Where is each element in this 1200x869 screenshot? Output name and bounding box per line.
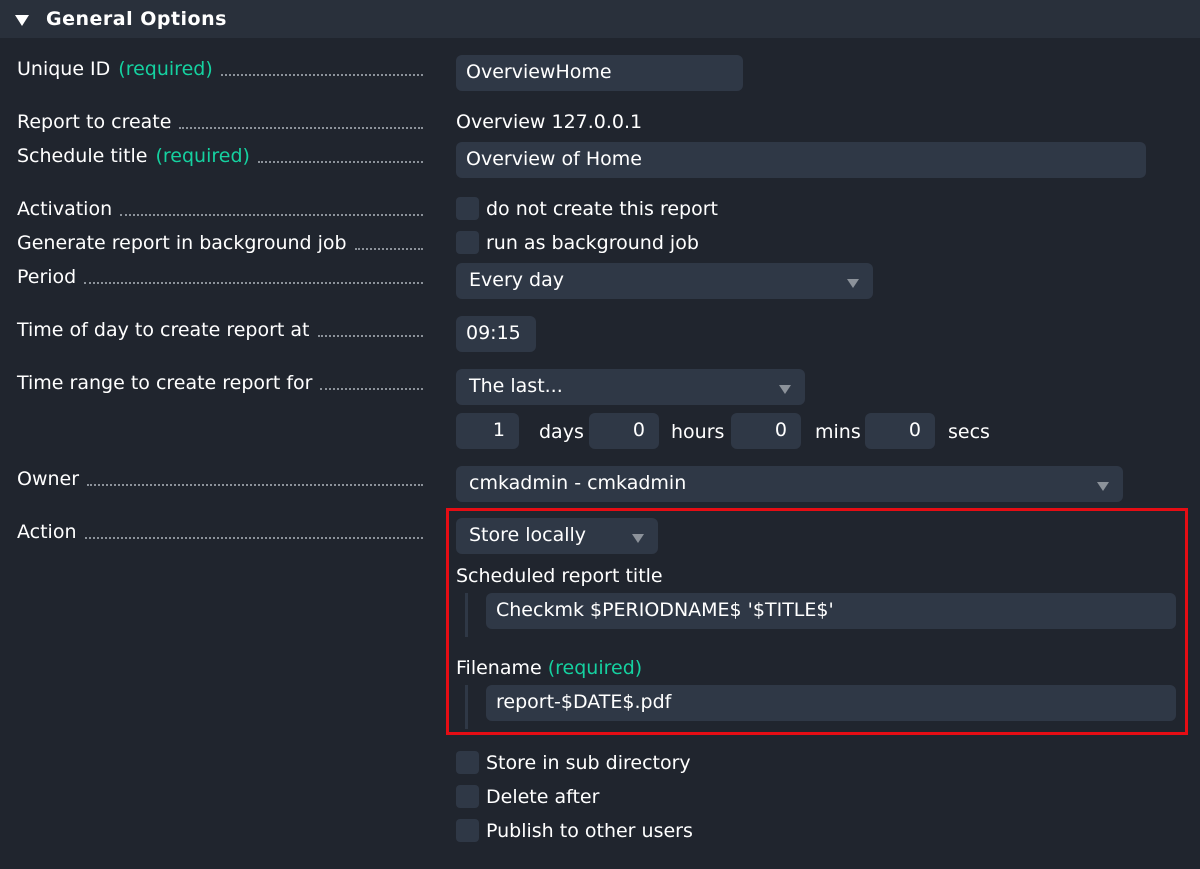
period-select-value: Every day: [469, 269, 564, 291]
days-input[interactable]: 1: [456, 413, 519, 449]
dotted-leader: [84, 537, 423, 539]
mins-unit-label: mins: [815, 421, 861, 443]
background-job-checkbox-label[interactable]: run as background job: [486, 231, 699, 255]
section-header-general-options[interactable]: General Options: [0, 0, 1200, 38]
label-schedule-title: Schedule title (required): [17, 144, 423, 168]
label-report-to-create: Report to create: [17, 110, 423, 134]
required-marker: (required): [155, 145, 250, 167]
time-range-select[interactable]: The last...: [456, 369, 805, 405]
dropdown-arrow-icon: [779, 385, 791, 394]
required-marker: (required): [547, 657, 643, 679]
secs-input[interactable]: 0: [865, 413, 935, 449]
owner-select-value: cmkadmin - cmkadmin: [469, 472, 687, 494]
report-to-create-value: Overview 127.0.0.1: [456, 111, 643, 133]
mins-input[interactable]: 0: [731, 413, 801, 449]
label-time-range: Time range to create report for: [17, 371, 423, 395]
time-of-day-input[interactable]: 09:15: [456, 316, 536, 352]
schedule-title-input[interactable]: Overview of Home: [456, 142, 1146, 178]
label-time-of-day: Time of day to create report at: [17, 318, 423, 342]
store-sub-directory-label[interactable]: Store in sub directory: [486, 751, 691, 775]
filename-label: Filename (required): [456, 656, 642, 680]
dotted-leader: [179, 127, 423, 129]
label-text: Action: [17, 521, 77, 543]
label-owner: Owner: [17, 467, 423, 491]
label-text: Schedule title: [17, 145, 148, 167]
filename-input[interactable]: report-$DATE$.pdf: [486, 685, 1176, 721]
dotted-leader: [120, 214, 423, 216]
label-text: Owner: [17, 468, 80, 490]
label-text: Activation: [17, 198, 113, 220]
time-range-select-value: The last...: [469, 375, 563, 397]
background-job-checkbox[interactable]: [456, 231, 479, 254]
label-action: Action: [17, 520, 423, 544]
label-text: Time range to create report for: [17, 372, 313, 394]
unique-id-input[interactable]: OverviewHome: [456, 55, 743, 91]
dotted-leader: [84, 282, 423, 284]
dotted-leader: [317, 335, 423, 337]
triangle-down-icon[interactable]: [15, 15, 29, 26]
scheduled-report-title-input[interactable]: Checkmk $PERIODNAME$ '$TITLE$': [486, 593, 1176, 629]
activation-checkbox[interactable]: [456, 197, 479, 220]
dropdown-arrow-icon: [1097, 482, 1109, 491]
delete-after-checkbox[interactable]: [456, 785, 479, 808]
delete-after-label[interactable]: Delete after: [486, 785, 599, 809]
dotted-leader: [320, 388, 423, 390]
dotted-leader: [87, 484, 423, 486]
label-text: Report to create: [17, 111, 172, 133]
dropdown-arrow-icon: [847, 279, 859, 288]
label-text: Time of day to create report at: [17, 319, 310, 341]
label-text: Period: [17, 266, 77, 288]
action-type-select-value: Store locally: [469, 524, 587, 546]
filename-label-text: Filename: [456, 657, 542, 679]
secs-unit-label: secs: [948, 421, 990, 443]
scheduled-report-title-label: Scheduled report title: [456, 565, 663, 587]
indent-bar: [465, 685, 468, 729]
dotted-leader: [354, 248, 423, 250]
hours-unit-label: hours: [671, 421, 725, 443]
dotted-leader: [257, 161, 423, 163]
label-text: Unique ID: [17, 58, 111, 80]
section-title: General Options: [46, 8, 227, 30]
activation-checkbox-label[interactable]: do not create this report: [486, 197, 718, 221]
required-marker: (required): [118, 58, 213, 80]
period-select[interactable]: Every day: [456, 263, 873, 299]
owner-select[interactable]: cmkadmin - cmkadmin: [456, 466, 1123, 502]
publish-other-users-checkbox[interactable]: [456, 819, 479, 842]
dotted-leader: [220, 74, 423, 76]
publish-other-users-label[interactable]: Publish to other users: [486, 819, 693, 843]
label-period: Period: [17, 265, 423, 289]
label-text: Generate report in background job: [17, 232, 347, 254]
label-unique-id: Unique ID (required): [17, 57, 423, 81]
label-activation: Activation: [17, 197, 423, 221]
action-type-select[interactable]: Store locally: [456, 518, 658, 554]
days-unit-label: days: [539, 421, 584, 443]
label-background-job: Generate report in background job: [17, 231, 423, 255]
hours-input[interactable]: 0: [589, 413, 659, 449]
indent-bar: [465, 593, 468, 637]
store-sub-directory-checkbox[interactable]: [456, 751, 479, 774]
dropdown-arrow-icon: [632, 534, 644, 543]
